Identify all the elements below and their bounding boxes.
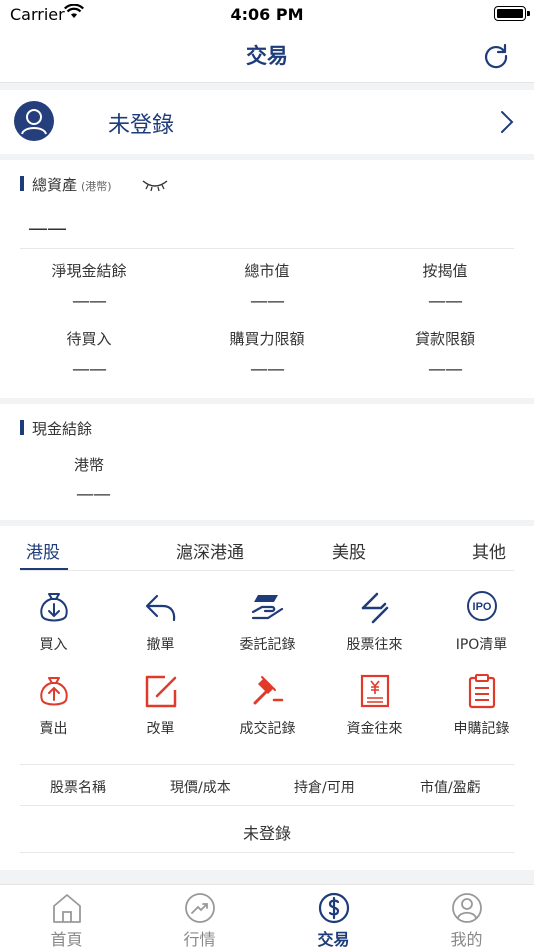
field-value: —— (250, 359, 285, 380)
field-value: —— (72, 291, 107, 312)
gavel-icon (253, 676, 283, 705)
field-label: 貸款限額 (414, 330, 475, 348)
function-label: 資金往來 (346, 721, 403, 737)
sell-button[interactable]: 賣出 (0, 672, 107, 738)
nav-bar: 交易 (0, 30, 534, 83)
function-label: 股票往來 (346, 637, 403, 653)
divider (20, 248, 514, 249)
user-icon (21, 109, 47, 135)
avatar (14, 101, 54, 141)
buying-power-cell: 購買力限額 —— (178, 328, 356, 380)
yen-doc-icon (360, 674, 389, 708)
login-row[interactable]: 未登錄 (0, 90, 534, 154)
status-bar: Carrier 4:06 PM (0, 0, 534, 30)
modify-order-button[interactable]: 改單 (107, 672, 214, 738)
buy-bag-icon (39, 593, 68, 622)
col-holding-available: 持倉/可用 (294, 780, 355, 796)
hand-card-icon (251, 595, 283, 620)
field-value: —— (72, 359, 107, 380)
tab-label: 首頁 (50, 930, 83, 949)
stock-transfer-button[interactable]: 股票往來 (321, 588, 428, 654)
home-icon (52, 894, 81, 923)
tab-us[interactable]: 美股 (332, 538, 366, 563)
divider (20, 852, 514, 853)
trade-section: 港股 滬深港通 美股 其他 買入 撤單 委託記錄 股票往來 IPO IPO清單 … (0, 526, 534, 870)
field-label: 總市值 (244, 262, 290, 280)
function-label: 撤單 (146, 637, 175, 653)
total-assets-card: 總資產 (港幣) —— 淨現金結餘 —— 總市值 —— 按揭值 —— 待買入 ——… (0, 160, 534, 398)
loan-limit-cell: 貸款限額 —— (356, 328, 534, 380)
market-value-cell: 總市值 —— (178, 260, 356, 312)
mortgage-value-cell: 按揭值 —— (356, 260, 534, 312)
tab-connect[interactable]: 滬深港通 (176, 538, 244, 563)
battery-icon (494, 6, 530, 21)
profile-icon (451, 893, 482, 923)
total-assets-title: 總資產 (港幣) (20, 174, 112, 195)
function-label: 申購記錄 (453, 721, 510, 737)
field-label: 淨現金結餘 (51, 262, 127, 280)
transfer-slash-icon (361, 592, 388, 624)
tab-label: 交易 (317, 930, 350, 949)
field-value: —— (250, 291, 285, 312)
cash-value: —— (76, 484, 111, 505)
refresh-icon[interactable] (482, 42, 510, 70)
function-label: 改單 (146, 721, 175, 737)
currency-note: (港幣) (81, 180, 112, 193)
total-assets-value: —— (28, 216, 67, 240)
total-assets-label: 總資產 (32, 176, 78, 194)
eye-closed-icon[interactable] (142, 178, 168, 192)
tab-label: 我的 (450, 930, 483, 949)
page-title: 交易 (246, 44, 288, 68)
field-value: —— (428, 359, 463, 380)
market-tabs: 港股 滬深港通 美股 其他 (0, 526, 534, 571)
sell-bag-icon (39, 677, 68, 706)
col-price-cost: 現價/成本 (170, 780, 231, 796)
field-label: 購買力限額 (229, 330, 305, 348)
buy-button[interactable]: 買入 (0, 588, 107, 654)
tab-trade[interactable]: 交易 (267, 885, 400, 950)
cash-currency: 港幣 (74, 456, 105, 474)
market-icon (184, 893, 215, 923)
tab-other[interactable]: 其他 (472, 538, 506, 563)
function-label: 成交記錄 (239, 721, 296, 737)
function-label: 賣出 (39, 721, 68, 737)
cash-balance-title: 現金結餘 (20, 418, 92, 439)
subscription-records-button[interactable]: 申購記錄 (428, 672, 534, 738)
trade-records-button[interactable]: 成交記錄 (214, 672, 321, 738)
tab-profile[interactable]: 我的 (400, 885, 533, 950)
function-label: IPO清單 (455, 637, 508, 653)
divider (20, 570, 514, 571)
chevron-right-icon (501, 111, 514, 133)
field-label: 待買入 (66, 330, 112, 348)
function-label: 買入 (39, 637, 68, 653)
ipo-list-button[interactable]: IPO IPO清單 (428, 588, 534, 654)
empty-positions-message: 未登錄 (242, 824, 291, 843)
field-value: —— (428, 291, 463, 312)
clock: 4:06 PM (230, 5, 304, 24)
fund-transfer-button[interactable]: 資金往來 (321, 672, 428, 738)
pending-buy-cell: 待買入 —— (0, 328, 178, 380)
tab-home[interactable]: 首頁 (0, 885, 133, 950)
ipo-icon-text: IPO (472, 601, 491, 613)
function-label: 委託記錄 (239, 637, 296, 653)
undo-arrow-icon (145, 594, 175, 622)
col-stock-name: 股票名稱 (50, 780, 106, 796)
tab-label: 行情 (183, 930, 216, 949)
edit-icon (145, 675, 176, 708)
tab-market[interactable]: 行情 (133, 885, 266, 950)
trade-icon (318, 892, 349, 924)
login-label: 未登錄 (108, 113, 175, 138)
net-cash-cell: 淨現金結餘 —— (0, 260, 178, 312)
clipboard-icon (468, 674, 495, 709)
cancel-order-button[interactable]: 撤單 (107, 588, 214, 654)
positions-table-header: 股票名稱 現價/成本 持倉/可用 市值/盈虧 (20, 764, 514, 806)
tab-hk[interactable]: 港股 (26, 538, 60, 563)
cash-balance-card: 現金結餘 港幣 —— (0, 404, 534, 520)
bottom-tab-bar: 首頁 行情 交易 我的 (0, 884, 534, 950)
order-records-button[interactable]: 委託記錄 (214, 588, 321, 654)
col-value-pnl: 市值/盈虧 (420, 780, 481, 796)
ipo-icon: IPO (466, 591, 497, 621)
field-label: 按揭值 (422, 262, 468, 280)
